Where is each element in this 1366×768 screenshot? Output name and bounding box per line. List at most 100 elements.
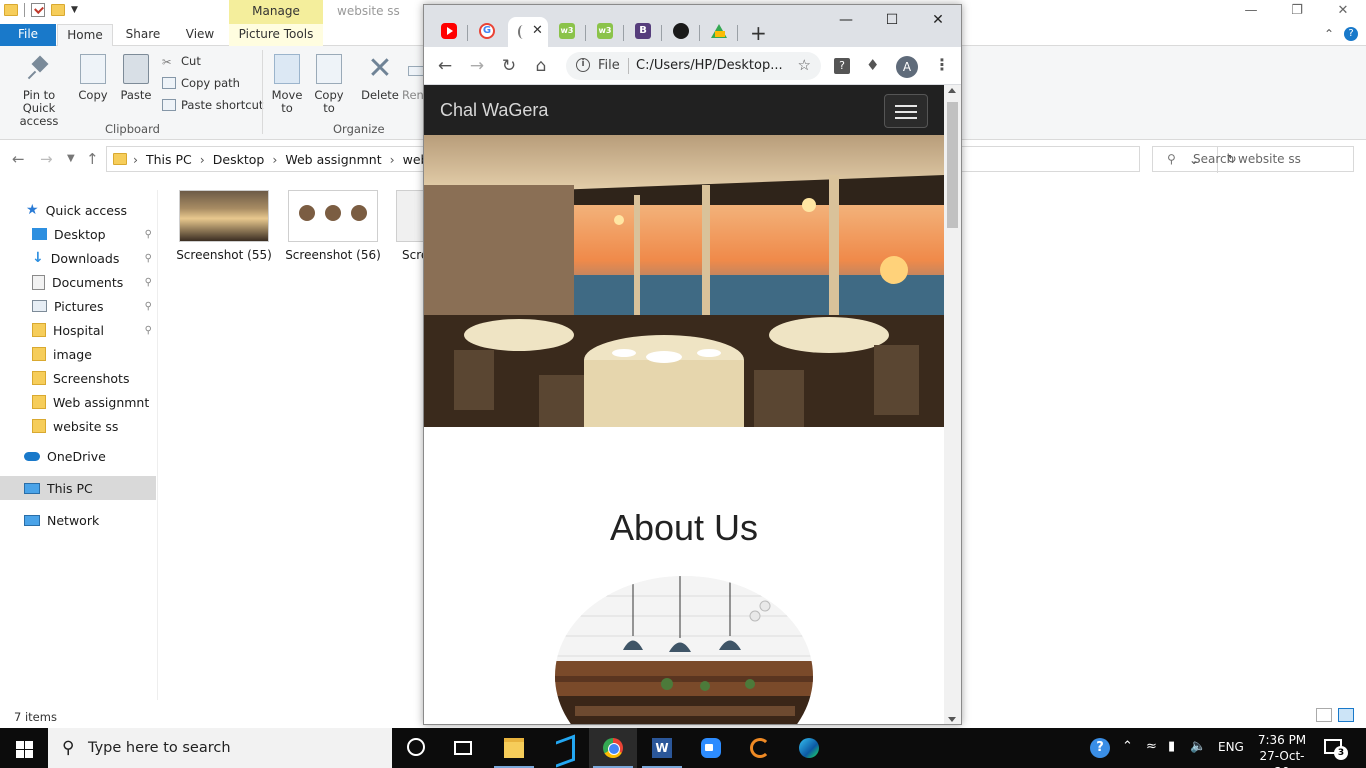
manage-context-tab[interactable]: Manage bbox=[229, 0, 323, 24]
page-scrollbar[interactable] bbox=[944, 85, 961, 724]
close-tab-icon[interactable]: ✕ bbox=[532, 23, 543, 38]
minimize-button[interactable]: — bbox=[823, 5, 869, 35]
address-bar[interactable]: i File C:/Users/HP/Desktop... ☆ bbox=[566, 52, 821, 80]
tab-google-drive[interactable] bbox=[700, 17, 738, 47]
chrome-taskbar-button[interactable] bbox=[589, 728, 637, 768]
tab-picture-tools[interactable]: Picture Tools bbox=[229, 24, 323, 46]
file-explorer-taskbar-button[interactable] bbox=[490, 728, 538, 768]
nav-item-website-ss[interactable]: website ss bbox=[0, 414, 156, 438]
edge-taskbar-button[interactable] bbox=[785, 728, 833, 768]
bookmark-star-icon[interactable]: ☆ bbox=[798, 56, 811, 74]
back-arrow-icon[interactable]: ← bbox=[434, 55, 456, 77]
nav-item-pictures[interactable]: Pictures ⚲ bbox=[0, 294, 156, 318]
battery-icon[interactable]: ▮ bbox=[1168, 739, 1175, 754]
customize-dropdown-icon[interactable]: ▼ bbox=[71, 5, 78, 15]
eclipse-taskbar-button[interactable] bbox=[736, 728, 784, 768]
info-icon[interactable]: i bbox=[576, 58, 590, 72]
large-icons-view-icon[interactable] bbox=[1338, 708, 1354, 722]
up-arrow-icon[interactable]: ↑ bbox=[86, 150, 99, 168]
close-button[interactable]: ✕ bbox=[1320, 0, 1366, 24]
properties-icon[interactable] bbox=[31, 3, 45, 17]
volume-icon[interactable]: 🔈 bbox=[1190, 739, 1206, 754]
reload-icon[interactable]: ↻ bbox=[498, 55, 520, 77]
back-arrow-icon[interactable]: ← bbox=[12, 150, 25, 168]
delete-button[interactable]: ✕ Delete bbox=[360, 54, 400, 102]
breadcrumb-this-pc[interactable]: This PC bbox=[146, 152, 192, 167]
extension-help-icon[interactable]: ? bbox=[834, 58, 850, 74]
ribbon-collapse-icon[interactable]: ⌃ bbox=[1324, 27, 1334, 41]
nav-item-desktop[interactable]: Desktop ⚲ bbox=[0, 222, 156, 246]
maximize-button[interactable]: ☐ bbox=[869, 5, 915, 35]
breadcrumb-desktop[interactable]: Desktop bbox=[213, 152, 265, 167]
nav-item-documents[interactable]: Documents ⚲ bbox=[0, 270, 156, 294]
nav-item-hospital[interactable]: Hospital ⚲ bbox=[0, 318, 156, 342]
nav-item-image[interactable]: image bbox=[0, 342, 156, 366]
tab-file[interactable]: File bbox=[0, 24, 56, 46]
tab-w3schools[interactable]: w3 bbox=[586, 17, 624, 47]
copy-path-button[interactable]: Copy path bbox=[162, 76, 240, 90]
nav-label: Web assignmnt bbox=[53, 394, 150, 410]
nav-item-screenshots[interactable]: Screenshots bbox=[0, 366, 156, 390]
show-hidden-icons-chevron-icon[interactable]: ⌃ bbox=[1122, 739, 1133, 754]
pin-to-quick-access-button[interactable]: Pin to Quick access bbox=[6, 54, 72, 128]
start-button[interactable] bbox=[0, 728, 48, 768]
taskbar-search-input[interactable]: ⚲ Type here to search bbox=[48, 728, 392, 768]
copy-button[interactable]: Copy bbox=[78, 54, 108, 102]
vscode-taskbar-button[interactable] bbox=[540, 728, 588, 768]
rename-button[interactable]: Ren bbox=[402, 54, 424, 102]
wifi-icon[interactable]: ≈ bbox=[1146, 739, 1157, 754]
paste-button[interactable]: Paste bbox=[120, 54, 152, 102]
nav-network[interactable]: Network bbox=[0, 508, 156, 532]
hamburger-menu-button[interactable] bbox=[884, 94, 928, 128]
details-view-icon[interactable] bbox=[1316, 708, 1332, 722]
scrollbar-thumb[interactable] bbox=[947, 102, 958, 228]
recent-locations-icon[interactable]: ▼ bbox=[67, 153, 75, 164]
tab-github[interactable] bbox=[662, 17, 700, 47]
system-clock[interactable]: 7:36 PM 27-Oct-20 bbox=[1252, 732, 1312, 768]
forward-arrow-icon[interactable]: → bbox=[466, 55, 488, 77]
word-taskbar-button[interactable]: W bbox=[638, 728, 686, 768]
file-thumbnail[interactable]: Screenshot (55) bbox=[172, 190, 276, 262]
tab-view[interactable]: View bbox=[174, 24, 226, 46]
tab-home[interactable]: Home bbox=[57, 24, 113, 47]
maximize-button[interactable]: ❐ bbox=[1274, 0, 1320, 24]
task-view-button[interactable] bbox=[440, 728, 488, 768]
paste-shortcut-button[interactable]: Paste shortcut bbox=[162, 98, 263, 112]
tab-google[interactable]: G bbox=[468, 17, 506, 47]
nav-label: Pictures bbox=[54, 298, 104, 314]
close-button[interactable]: ✕ bbox=[915, 5, 961, 35]
menu-kebab-icon[interactable]: ⋮ bbox=[934, 55, 950, 74]
tab-active[interactable]: ✕ bbox=[508, 17, 548, 47]
nav-onedrive[interactable]: OneDrive bbox=[0, 444, 156, 468]
cut-button[interactable]: ✂ Cut bbox=[162, 54, 201, 69]
tab-share[interactable]: Share bbox=[117, 24, 169, 46]
cortana-button[interactable] bbox=[392, 728, 440, 768]
new-tab-button[interactable]: + bbox=[750, 21, 767, 45]
tab-w3schools[interactable]: w3 bbox=[548, 17, 586, 47]
about-us-heading: About Us bbox=[609, 507, 759, 548]
new-folder-icon[interactable] bbox=[51, 4, 65, 16]
copy-to-button[interactable]: Copy to bbox=[312, 54, 346, 115]
home-icon[interactable]: ⌂ bbox=[530, 55, 552, 77]
site-brand[interactable]: Chal WaGera bbox=[440, 100, 548, 121]
nav-this-pc[interactable]: This PC bbox=[0, 476, 156, 500]
search-input[interactable]: ⚲ Search website ss bbox=[1152, 146, 1354, 172]
file-thumbnail[interactable]: Screenshot (56) bbox=[281, 190, 385, 262]
nav-quick-access[interactable]: ★ Quick access bbox=[0, 198, 156, 222]
scroll-up-icon[interactable] bbox=[948, 88, 956, 93]
profile-avatar[interactable]: A bbox=[896, 56, 918, 78]
forward-arrow-icon[interactable]: → bbox=[40, 150, 53, 168]
tab-bootstrap[interactable]: B bbox=[624, 17, 662, 47]
breadcrumb-web-assignmnt[interactable]: Web assignmnt bbox=[285, 152, 381, 167]
input-language[interactable]: ENG bbox=[1218, 740, 1244, 754]
nav-item-web-assignmnt[interactable]: Web assignmnt bbox=[0, 390, 156, 414]
minimize-button[interactable]: — bbox=[1228, 0, 1274, 24]
help-tray-icon[interactable]: ? bbox=[1090, 738, 1110, 758]
scroll-down-icon[interactable] bbox=[948, 717, 956, 722]
extensions-puzzle-icon[interactable]: ♦ bbox=[866, 56, 879, 74]
move-to-button[interactable]: Move to bbox=[270, 54, 304, 115]
zoom-taskbar-button[interactable] bbox=[687, 728, 735, 768]
tab-youtube[interactable] bbox=[430, 17, 468, 47]
nav-item-downloads[interactable]: ↓ Downloads ⚲ bbox=[0, 246, 156, 270]
help-icon[interactable]: ? bbox=[1344, 27, 1358, 41]
